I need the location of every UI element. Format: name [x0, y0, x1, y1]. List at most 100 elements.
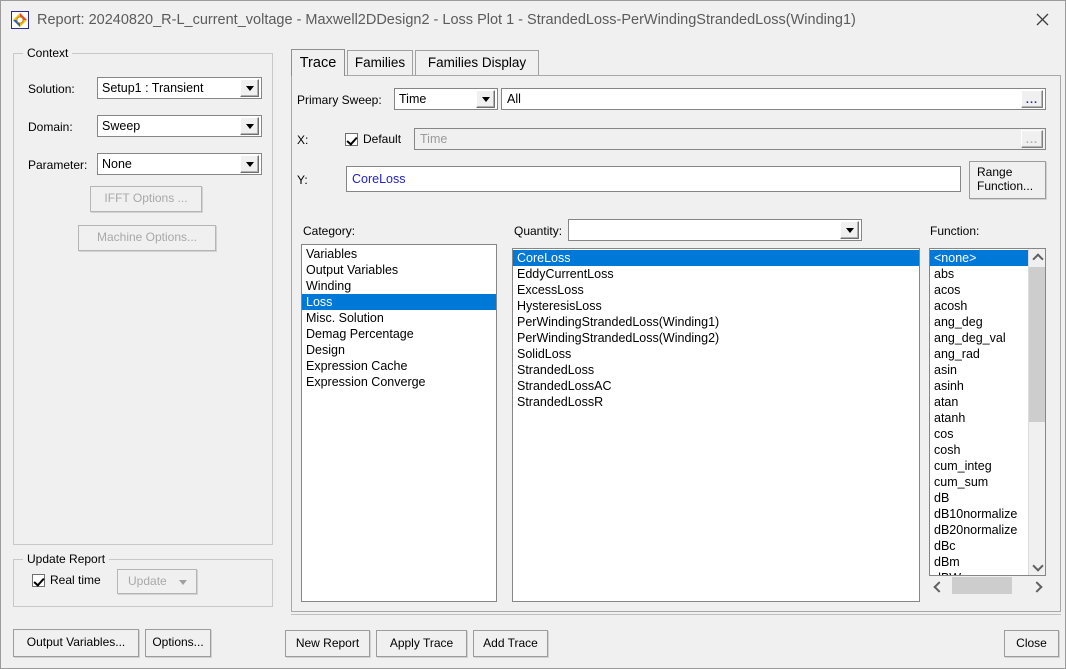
category-item[interactable]: Expression Converge — [302, 374, 496, 390]
scroll-up-button[interactable] — [1029, 249, 1045, 266]
quantity-item-list: CoreLoss EddyCurrentLoss ExcessLoss Hystere… — [513, 249, 919, 410]
category-item[interactable]: Demag Percentage — [302, 326, 496, 342]
quantity-item[interactable]: StrandedLoss — [513, 362, 919, 378]
parameter-combo-value: None — [102, 157, 132, 171]
category-item[interactable]: Loss — [302, 294, 496, 310]
close-button[interactable]: Close — [1004, 630, 1059, 657]
chevron-down-icon[interactable] — [240, 155, 259, 173]
add-trace-button-label: Add Trace — [483, 635, 538, 650]
x-expression-ellipsis-button[interactable]: ... — [1021, 130, 1043, 148]
primary-sweep-range-field[interactable]: All ... — [501, 88, 1046, 110]
tab-trace-label: Trace — [299, 54, 337, 71]
function-item[interactable]: cum_integ — [930, 458, 1030, 474]
quantity-item[interactable]: EddyCurrentLoss — [513, 266, 919, 282]
primary-sweep-range-ellipsis-button[interactable]: ... — [1021, 90, 1043, 108]
quantity-listbox[interactable]: CoreLoss EddyCurrentLoss ExcessLoss Hystere… — [512, 248, 920, 602]
function-item-list: <none> abs acos acosh ang_deg ang_deg_val ang_… — [930, 249, 1030, 575]
update-report-group-title: Update Report — [23, 552, 110, 566]
category-label: Category: — [303, 224, 356, 238]
function-vertical-scrollbar[interactable] — [1028, 249, 1045, 575]
function-item[interactable]: ang_deg_val — [930, 330, 1030, 346]
function-item[interactable]: dBm — [930, 554, 1030, 570]
category-item-list: Variables Output Variables Winding Loss Misc… — [302, 245, 496, 390]
primary-sweep-label: Primary Sweep: — [297, 93, 382, 107]
options-button[interactable]: Options... — [145, 629, 211, 657]
function-listbox[interactable]: <none> abs acos acosh ang_deg ang_deg_val ang_… — [929, 248, 1046, 576]
chevron-down-icon[interactable] — [240, 79, 259, 97]
function-item[interactable]: dB — [930, 490, 1030, 506]
tab-families-display[interactable]: Families Display — [415, 50, 539, 75]
x-label: X: — [297, 133, 309, 147]
close-window-button[interactable] — [1019, 2, 1065, 38]
scrollbar-thumb[interactable] — [952, 577, 1012, 594]
function-item[interactable]: asin — [930, 362, 1030, 378]
machine-options-button[interactable]: Machine Options... — [78, 225, 216, 251]
chevron-down-icon[interactable] — [840, 221, 859, 239]
quantity-item[interactable]: PerWindingStrandedLoss(Winding2) — [513, 330, 919, 346]
add-trace-button[interactable]: Add Trace — [473, 630, 548, 657]
quantity-combo[interactable] — [568, 219, 862, 241]
function-item[interactable]: ang_deg — [930, 314, 1030, 330]
function-item[interactable]: cos — [930, 426, 1030, 442]
quantity-item[interactable]: SolidLoss — [513, 346, 919, 362]
x-expression-field[interactable]: Time ... — [414, 128, 1046, 150]
update-button[interactable]: Update — [117, 569, 197, 594]
quantity-item[interactable]: HysteresisLoss — [513, 298, 919, 314]
bottom-separator — [291, 614, 1061, 615]
parameter-combo[interactable]: None — [97, 153, 262, 175]
function-item[interactable]: dBc — [930, 538, 1030, 554]
tab-families[interactable]: Families — [347, 50, 413, 75]
tab-trace[interactable]: Trace — [291, 49, 345, 76]
scroll-left-button[interactable] — [929, 577, 946, 594]
function-item[interactable]: abs — [930, 266, 1030, 282]
context-group-title: Context — [23, 46, 73, 60]
range-function-button-line2: Function... — [977, 179, 1034, 193]
function-item[interactable]: cum_sum — [930, 474, 1030, 490]
tab-families-label: Families — [354, 55, 406, 70]
function-item[interactable]: <none> — [930, 250, 1030, 266]
function-item[interactable]: dBW — [930, 570, 1030, 575]
quantity-item[interactable]: StrandedLossR — [513, 394, 919, 410]
quantity-item[interactable]: ExcessLoss — [513, 282, 919, 298]
category-item[interactable]: Expression Cache — [302, 358, 496, 374]
function-item[interactable]: asinh — [930, 378, 1030, 394]
chevron-down-icon[interactable] — [240, 117, 259, 135]
chevron-down-icon[interactable] — [476, 90, 495, 108]
x-default-checkbox[interactable]: Default — [345, 132, 401, 146]
y-expression-field[interactable]: CoreLoss — [346, 166, 961, 192]
category-item[interactable]: Winding — [302, 278, 496, 294]
range-function-button[interactable]: Range Function... — [969, 161, 1046, 199]
scroll-down-button[interactable] — [1029, 558, 1045, 575]
category-listbox[interactable]: Variables Output Variables Winding Loss Misc… — [301, 244, 497, 602]
category-item[interactable]: Design — [302, 342, 496, 358]
category-item[interactable]: Misc. Solution — [302, 310, 496, 326]
hscroll-track[interactable] — [946, 577, 1029, 594]
options-button-label: Options... — [152, 635, 204, 650]
solution-combo[interactable]: Setup1 : Transient — [97, 77, 262, 99]
function-item[interactable]: acosh — [930, 298, 1030, 314]
output-variables-button[interactable]: Output Variables... — [13, 629, 139, 657]
category-item[interactable]: Variables — [302, 246, 496, 262]
scroll-right-button[interactable] — [1029, 577, 1046, 594]
primary-sweep-combo[interactable]: Time — [394, 88, 498, 110]
category-item[interactable]: Output Variables — [302, 262, 496, 278]
function-item[interactable]: atanh — [930, 410, 1030, 426]
function-item[interactable]: dB20normalize — [930, 522, 1030, 538]
new-report-button[interactable]: New Report — [285, 630, 370, 657]
function-item[interactable]: atan — [930, 394, 1030, 410]
function-horizontal-scrollbar[interactable] — [929, 577, 1046, 594]
function-item[interactable]: ang_rad — [930, 346, 1030, 362]
domain-label: Domain: — [28, 120, 73, 134]
apply-trace-button[interactable]: Apply Trace — [376, 630, 467, 657]
function-item[interactable]: cosh — [930, 442, 1030, 458]
domain-combo[interactable]: Sweep — [97, 115, 262, 137]
ifft-options-button[interactable]: IFFT Options ... — [90, 186, 202, 212]
scrollbar-thumb[interactable] — [1029, 267, 1045, 422]
quantity-item[interactable]: StrandedLossAC — [513, 378, 919, 394]
function-item[interactable]: dB10normalize — [930, 506, 1030, 522]
quantity-item[interactable]: CoreLoss — [513, 250, 919, 266]
real-time-checkbox[interactable]: Real time — [32, 573, 101, 587]
primary-sweep-range-value: All — [507, 92, 521, 106]
quantity-item[interactable]: PerWindingStrandedLoss(Winding1) — [513, 314, 919, 330]
function-item[interactable]: acos — [930, 282, 1030, 298]
